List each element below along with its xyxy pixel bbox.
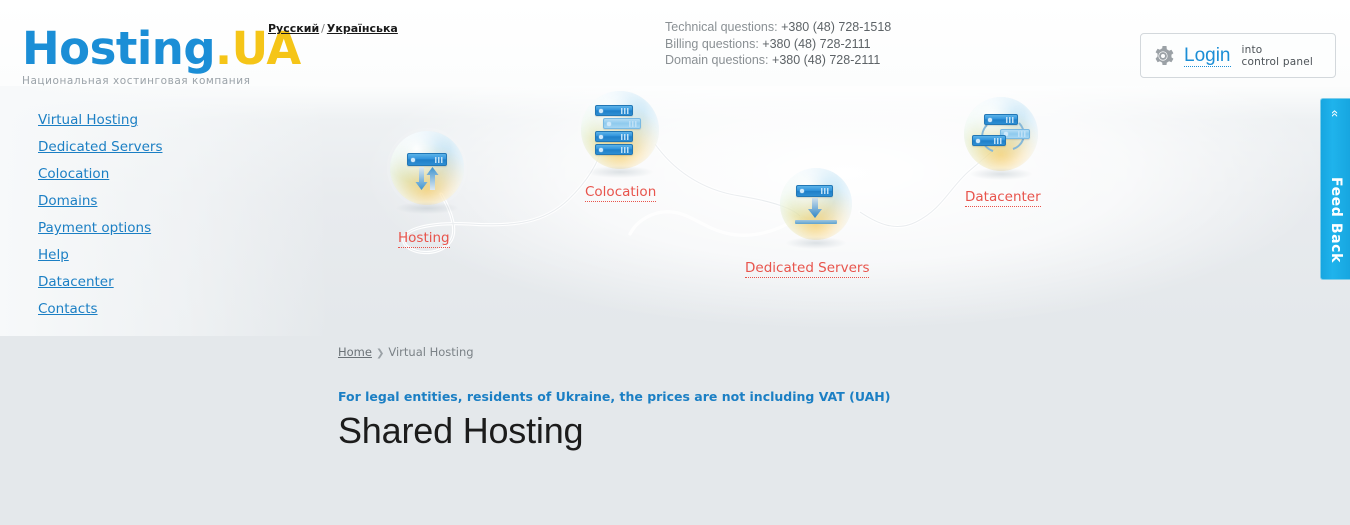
server-cluster-icon [964,97,1038,171]
sidebar-link-virtual-hosting[interactable]: Virtual Hosting [38,112,138,128]
sidebar-item-colocation[interactable]: Colocation [38,164,268,191]
chevron-collapse-icon[interactable]: « [1328,99,1343,128]
gear-icon [1155,45,1174,65]
logo-wordmark: Hosting.UA [22,26,301,71]
site-logo[interactable]: Hosting.UA Национальная хостинговая комп… [22,26,301,87]
feedback-tab-label: Feed Back [1328,176,1344,263]
sidebar-item-virtual-hosting[interactable]: Virtual Hosting [38,110,268,137]
language-separator: / [321,22,325,35]
contact-number-domain: +380 (48) 728-2111 [772,53,881,67]
sidebar-link-dedicated-servers[interactable]: Dedicated Servers [38,139,162,155]
login-panel[interactable]: Login into control panel [1140,33,1336,78]
breadcrumb-current: Virtual Hosting [388,345,474,359]
diagram-label-hosting[interactable]: Hosting [398,230,450,248]
language-link-ukrainian[interactable]: Українська [327,22,398,35]
logo-tagline: Национальная хостинговая компания [22,75,251,87]
breadcrumb-link-home[interactable]: Home [338,345,372,359]
server-updown-icon [390,131,464,205]
services-diagram: Hosting Colocation Dedicated Servers Dat… [300,82,1350,312]
contact-row-billing: Billing questions: +380 (48) 728-2111 [665,36,891,53]
page-root: Hosting.UA Национальная хостинговая комп… [0,0,1350,525]
diagram-node-hosting[interactable] [387,128,467,214]
diagram-label-colocation[interactable]: Colocation [585,184,657,202]
breadcrumb: Home ❯ Virtual Hosting [338,344,1310,362]
logo-text-dot: . [215,22,232,75]
login-subtitle-line2: control panel [1241,55,1313,68]
login-subtitle: into control panel [1242,44,1313,68]
sidebar-item-contacts[interactable]: Contacts [38,299,268,326]
sidebar-link-payment-options[interactable]: Payment options [38,220,151,236]
sidebar-link-datacenter[interactable]: Datacenter [38,274,114,290]
page-title: Shared Hosting [338,410,584,451]
sidebar-item-payment-options[interactable]: Payment options [38,218,268,245]
diagram-label-datacenter[interactable]: Datacenter [965,189,1041,207]
contact-label-technical: Technical questions: [665,20,778,34]
sidebar-item-domains[interactable]: Domains [38,191,268,218]
sidebar-link-domains[interactable]: Domains [38,193,97,209]
sidebar-link-contacts[interactable]: Contacts [38,301,98,317]
feedback-tab[interactable]: « Feed Back [1320,98,1350,280]
contact-label-billing: Billing questions: [665,36,759,51]
language-link-russian[interactable]: Русский [268,22,319,35]
diagram-node-dedicated[interactable] [777,165,855,249]
login-link[interactable]: Login [1184,45,1231,67]
login-subtitle-line1: into [1241,43,1263,56]
language-switcher: Русский / Українська [268,22,398,35]
logo-text-primary: Hosting [22,22,216,75]
main-content: Home ❯ Virtual Hosting For legal entities,… [338,344,1310,476]
diagram-node-colocation[interactable] [578,88,662,178]
contact-number-billing: +380 (48) 728-2111 [762,36,871,51]
server-stack-icon [581,91,659,169]
diagram-node-datacenter[interactable] [961,94,1041,180]
vat-notice: For legal entities, residents of Ukraine… [338,389,891,404]
sidebar-nav: Virtual Hosting Dedicated Servers Coloca… [38,110,268,326]
diagram-label-dedicated[interactable]: Dedicated Servers [745,260,870,278]
contact-number-technical: +380 (48) 728-1518 [781,20,892,34]
sidebar-link-colocation[interactable]: Colocation [38,166,109,182]
sidebar-item-help[interactable]: Help [38,245,268,272]
contact-label-domain: Domain questions: [665,53,769,67]
site-header: Hosting.UA Национальная хостинговая комп… [0,0,1350,90]
contact-row-domain: Domain questions: +380 (48) 728-2111 [665,52,891,69]
sidebar-link-help[interactable]: Help [38,247,69,263]
contact-row-technical: Technical questions: +380 (48) 728-1518 [665,19,891,36]
breadcrumb-separator-icon: ❯ [375,348,385,359]
server-download-icon [780,168,852,240]
contact-phone-list: Technical questions: +380 (48) 728-1518 … [665,19,891,69]
sidebar-item-dedicated-servers[interactable]: Dedicated Servers [38,137,268,164]
sidebar-item-datacenter[interactable]: Datacenter [38,272,268,299]
